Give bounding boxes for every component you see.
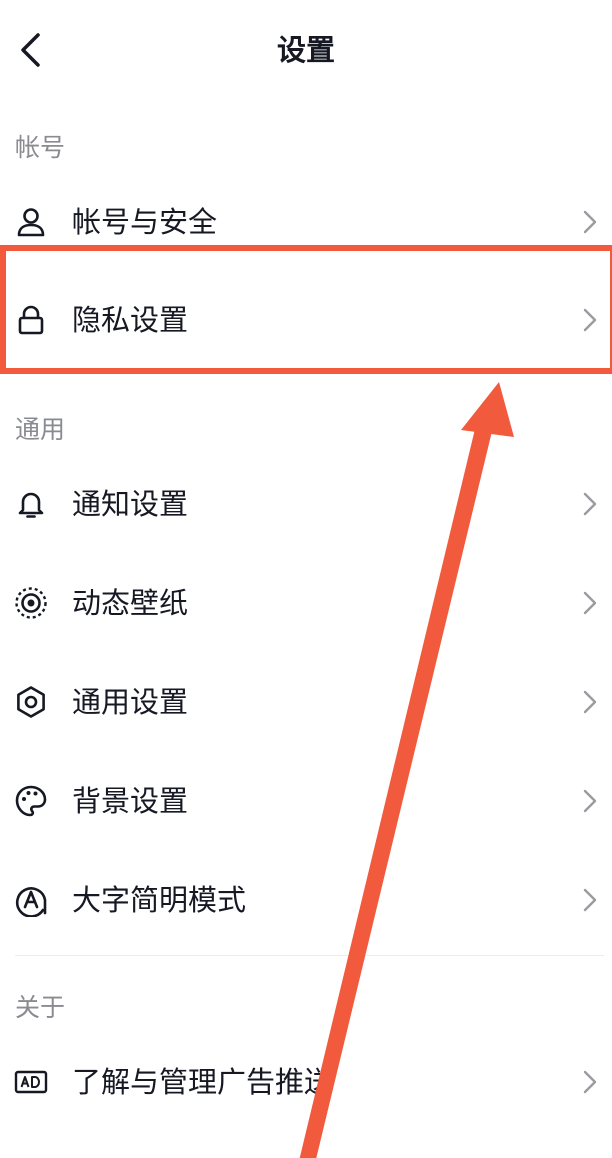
live-wallpaper-icon: [13, 585, 49, 621]
settings-item-privacy[interactable]: 隐私设置: [0, 280, 612, 360]
settings-item-label: 帐号与安全: [72, 205, 218, 239]
palette-icon: [13, 783, 49, 819]
settings-item-label: 动态壁纸: [72, 586, 189, 620]
chevron-right-icon: [583, 1070, 597, 1094]
section-label-about: 关于: [15, 993, 66, 1022]
settings-item-live-wallpaper[interactable]: 动态壁纸: [0, 563, 612, 643]
large-text-icon: [13, 882, 49, 918]
settings-item-general[interactable]: 通用设置: [0, 662, 612, 742]
settings-item-background[interactable]: 背景设置: [0, 761, 612, 841]
chevron-right-icon: [583, 690, 597, 714]
settings-item-label: 通用设置: [72, 685, 189, 719]
chevron-right-icon: [583, 789, 597, 813]
settings-item-large-text-mode[interactable]: 大字简明模式: [0, 860, 612, 940]
settings-item-ad-management[interactable]: 了解与管理广告推送: [0, 1042, 612, 1122]
top-bar: 设置: [0, 0, 612, 100]
settings-item-label: 隐私设置: [72, 303, 189, 337]
chevron-right-icon: [583, 210, 597, 234]
chevron-right-icon: [583, 591, 597, 615]
bell-icon: [13, 486, 49, 522]
chevron-right-icon: [583, 888, 597, 912]
settings-item-notifications[interactable]: 通知设置: [0, 464, 612, 544]
settings-item-label: 了解与管理广告推送: [72, 1065, 334, 1099]
settings-item-account-security[interactable]: 帐号与安全: [0, 182, 612, 262]
chevron-right-icon: [583, 492, 597, 516]
settings-item-label: 背景设置: [72, 784, 189, 818]
section-label-account: 帐号: [15, 133, 66, 162]
section-divider: [15, 955, 604, 956]
user-icon: [13, 204, 49, 240]
settings-item-label: 大字简明模式: [72, 883, 247, 917]
chevron-right-icon: [583, 308, 597, 332]
ad-icon: [13, 1064, 49, 1100]
page-title: 设置: [276, 33, 335, 67]
settings-item-label: 通知设置: [72, 487, 189, 521]
lock-icon: [13, 302, 49, 338]
section-label-general: 通用: [15, 415, 66, 444]
gear-icon: [13, 684, 49, 720]
